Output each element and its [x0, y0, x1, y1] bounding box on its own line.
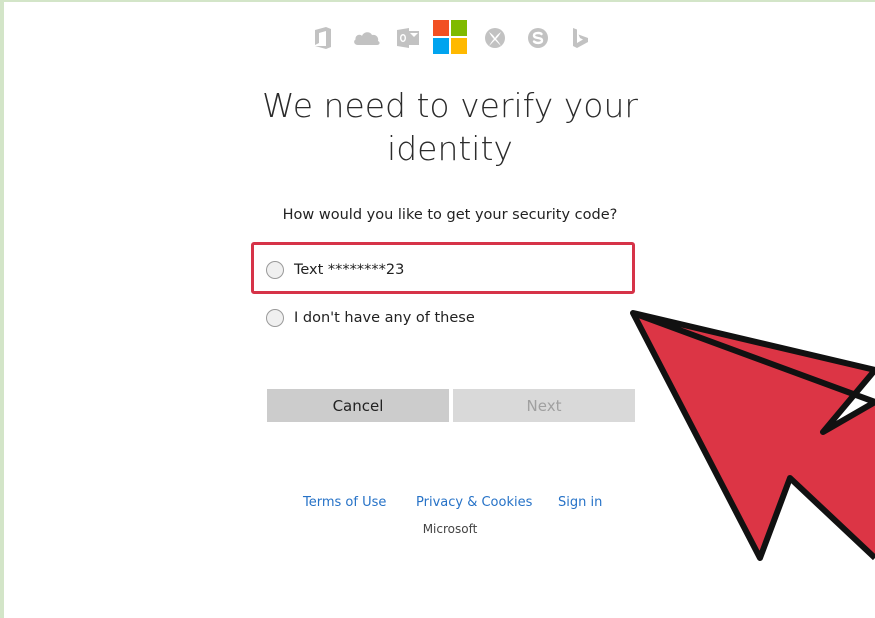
- left-border: [0, 0, 4, 618]
- logo-red-square: [433, 20, 449, 36]
- xbox-icon: [481, 24, 509, 52]
- footer-brand: Microsoft: [422, 522, 478, 536]
- logo-yellow-square: [451, 38, 467, 54]
- next-button[interactable]: Next: [453, 389, 635, 422]
- skype-icon: [524, 24, 552, 52]
- option-none[interactable]: I don't have any of these: [266, 307, 475, 329]
- terms-of-use-link[interactable]: Terms of Use: [303, 495, 386, 510]
- onedrive-icon: [351, 24, 383, 52]
- office-icon: [309, 24, 337, 52]
- page-title-line1: We need to verify your: [262, 86, 638, 125]
- page-title: We need to verify your identity: [200, 84, 700, 170]
- product-icon-bar: [0, 0, 875, 60]
- highlight-annotation-box: [251, 242, 635, 294]
- logo-blue-square: [433, 38, 449, 54]
- logo-green-square: [451, 20, 467, 36]
- microsoft-logo: [433, 20, 468, 55]
- outlook-icon: [394, 24, 422, 52]
- privacy-cookies-link[interactable]: Privacy & Cookies: [416, 495, 532, 510]
- page-title-line2: identity: [387, 129, 513, 168]
- cancel-button[interactable]: Cancel: [267, 389, 449, 422]
- sign-in-link[interactable]: Sign in: [558, 495, 602, 510]
- radio-none[interactable]: [266, 309, 284, 327]
- bing-icon: [566, 24, 594, 52]
- option-none-label: I don't have any of these: [294, 310, 475, 326]
- security-code-question: How would you like to get your security …: [282, 207, 618, 223]
